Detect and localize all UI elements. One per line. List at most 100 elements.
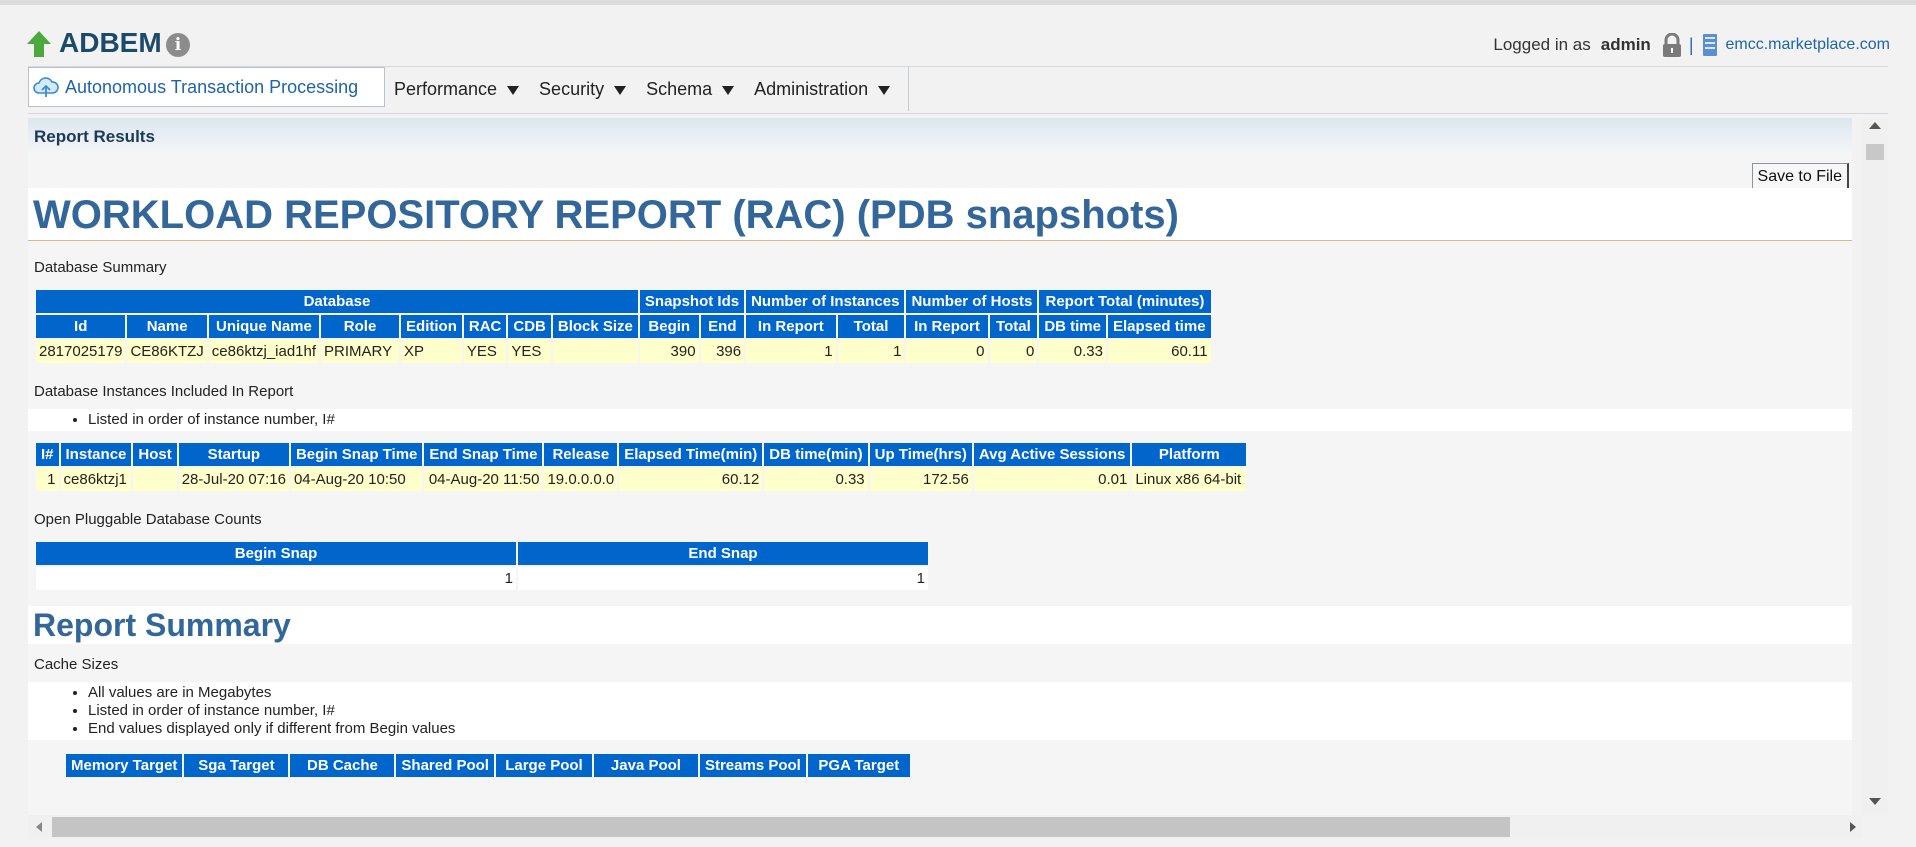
- column-group-header: Snapshot Ids: [639, 290, 745, 313]
- chevron-down-icon: [722, 85, 735, 95]
- server-icon: [1702, 34, 1717, 56]
- column-header: End Snap Time: [424, 443, 543, 466]
- table-header-row: I# Instance Host Startup Begin Snap Time…: [36, 443, 1247, 466]
- report-results-region: Report Results Save to File WORKLOAD REP…: [28, 118, 1852, 815]
- table-row: 2817025179 CE86KTZJ ce86ktzj_iad1hf PRIM…: [36, 340, 1211, 363]
- table-cell: 04-Aug-20 11:50: [424, 468, 543, 491]
- report-title: WORKLOAD REPOSITORY REPORT (RAC) (PDB sn…: [28, 188, 1852, 241]
- column-header: Edition: [401, 315, 462, 338]
- table-cell: YES: [508, 340, 551, 363]
- db-summary-caption: Database Summary: [34, 259, 167, 276]
- column-header: Sga Target: [184, 754, 289, 777]
- cache-sizes-notes: All values are in Megabytes Listed in or…: [28, 682, 1852, 740]
- menu-administration-label: Administration: [754, 78, 869, 99]
- column-header: Up Time(hrs): [869, 443, 972, 466]
- table-cell: ce86ktzj1: [60, 468, 132, 491]
- target-type-button[interactable]: Autonomous Transaction Processing: [28, 67, 385, 107]
- column-header: Unique Name: [208, 315, 320, 338]
- table-cell: 390: [639, 340, 699, 363]
- instances-notes: Listed in order of instance number, I#: [28, 409, 1852, 431]
- table-cell: 1: [36, 468, 59, 491]
- host-link[interactable]: emcc.marketplace.com: [1726, 36, 1891, 54]
- menu-administration[interactable]: Administration: [754, 78, 891, 100]
- menu-performance-label: Performance: [394, 78, 498, 99]
- menu-performance[interactable]: Performance: [394, 78, 520, 100]
- column-header: In Report: [746, 315, 836, 338]
- target-type-label: Autonomous Transaction Processing: [65, 76, 359, 97]
- db-summary-table: Database Snapshot Ids Number of Instance…: [34, 288, 1213, 365]
- scroll-down-icon[interactable]: [1869, 798, 1881, 805]
- menu-schema-label: Schema: [646, 78, 713, 99]
- column-header: CDB: [508, 315, 551, 338]
- menu-security[interactable]: Security: [539, 78, 627, 100]
- pdb-counts-caption: Open Pluggable Database Counts: [34, 511, 262, 528]
- column-header: Id: [36, 315, 126, 338]
- pdb-counts-table: Begin Snap End Snap 1 1: [34, 540, 930, 592]
- column-header: Memory Target: [66, 754, 183, 777]
- column-header: Startup: [178, 443, 289, 466]
- menu-security-label: Security: [539, 78, 605, 99]
- column-header: Begin Snap: [36, 542, 516, 565]
- table-cell: 1: [837, 340, 905, 363]
- scroll-right-icon[interactable]: [1850, 822, 1856, 832]
- column-header: DB time(min): [764, 443, 868, 466]
- table-header-row: Begin Snap End Snap: [36, 542, 928, 565]
- column-header: Host: [133, 443, 177, 466]
- table-cell: 0.33: [1039, 340, 1106, 363]
- table-cell: 0: [906, 340, 988, 363]
- table-header-row: Id Name Unique Name Role Edition RAC CDB…: [36, 315, 1211, 338]
- table-cell: 60.11: [1108, 340, 1211, 363]
- table-cell: CE86KTZJ: [127, 340, 207, 363]
- table-row: 1 ce86ktzj1 28-Jul-20 07:16 04-Aug-20 10…: [36, 468, 1247, 491]
- table-cell: ce86ktzj_iad1hf: [208, 340, 320, 363]
- column-header: Total: [989, 315, 1038, 338]
- column-header: Streams Pool: [699, 754, 806, 777]
- target-title[interactable]: ADBEM: [59, 27, 162, 59]
- table-cell: 0.33: [764, 468, 868, 491]
- column-header: Release: [544, 443, 618, 466]
- list-item: All values are in Megabytes: [88, 684, 1852, 702]
- cache-sizes-table: Memory Target Sga Target DB Cache Shared…: [64, 752, 912, 779]
- info-icon[interactable]: i: [166, 33, 190, 57]
- table-cell: 19.0.0.0.0: [544, 468, 618, 491]
- separator: |: [1688, 34, 1694, 55]
- region-title: Report Results: [34, 127, 155, 146]
- column-header: Instance: [60, 443, 132, 466]
- column-header: End: [700, 315, 745, 338]
- table-cell: XP: [401, 340, 462, 363]
- column-header: In Report: [906, 315, 988, 338]
- column-header: Avg Active Sessions: [973, 443, 1131, 466]
- column-header: Shared Pool: [396, 754, 494, 777]
- table-cell: [552, 340, 638, 363]
- scroll-up-icon[interactable]: [1869, 122, 1881, 129]
- column-header: Role: [321, 315, 400, 338]
- table-cell: 1: [518, 567, 928, 590]
- list-item: Listed in order of instance number, I#: [88, 411, 1852, 429]
- scroll-left-icon[interactable]: [36, 822, 42, 832]
- table-cell: 396: [700, 340, 745, 363]
- chevron-down-icon: [507, 85, 520, 95]
- column-header: Platform: [1132, 443, 1247, 466]
- horizontal-scrollbar[interactable]: [28, 815, 1862, 839]
- lock-icon[interactable]: [1661, 33, 1683, 57]
- column-header: Name: [127, 315, 207, 338]
- table-cell: 0.01: [973, 468, 1131, 491]
- column-header: DB Cache: [290, 754, 395, 777]
- table-cell: 172.56: [869, 468, 972, 491]
- table-cell: 28-Jul-20 07:16: [178, 468, 289, 491]
- column-header: Begin Snap Time: [290, 443, 423, 466]
- target-up-icon: [27, 31, 51, 57]
- table-cell: 60.12: [619, 468, 763, 491]
- scroll-thumb[interactable]: [1866, 144, 1884, 160]
- vertical-scrollbar[interactable]: [1862, 118, 1888, 815]
- scroll-thumb[interactable]: [52, 817, 1510, 837]
- table-group-header-row: Database Snapshot Ids Number of Instance…: [36, 290, 1211, 313]
- column-header: PGA Target: [807, 754, 910, 777]
- column-header: Large Pool: [495, 754, 592, 777]
- column-header: RAC: [463, 315, 507, 338]
- table-cell: [133, 468, 177, 491]
- chevron-down-icon: [614, 85, 627, 95]
- column-header: Total: [837, 315, 905, 338]
- menu-schema[interactable]: Schema: [646, 78, 735, 100]
- table-cell: 1: [746, 340, 836, 363]
